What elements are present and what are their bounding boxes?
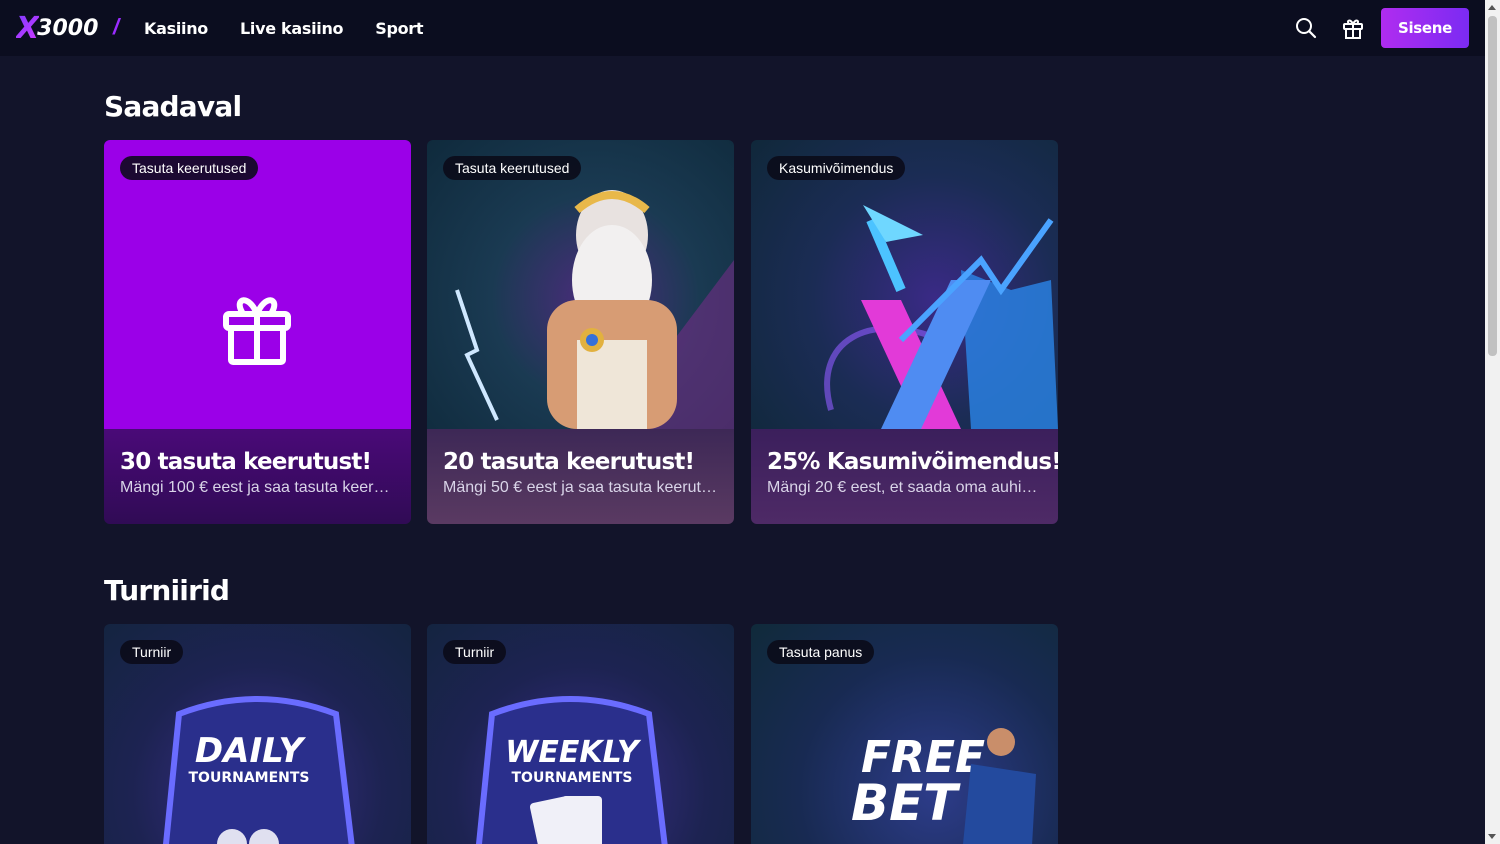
page-scrollbar[interactable] (1485, 0, 1500, 844)
nav-casino[interactable]: Kasiino (144, 19, 208, 38)
tournament-tag: Turniir (443, 640, 507, 664)
promo-description: Mängi 100 € eest ja saa tasuta keerutusi (120, 479, 395, 496)
section-title-available: Saadaval (104, 90, 242, 123)
promo-card[interactable]: Kasumivõimendus 25% Kasumivõimendus! Män… (751, 140, 1058, 524)
signin-button[interactable]: Sisene (1381, 8, 1469, 48)
art-line2: BET (851, 774, 961, 832)
zeus-art (427, 140, 734, 429)
scroll-down-arrow-icon[interactable] (1488, 834, 1496, 839)
tournament-card[interactable]: FREE BET Tasuta panus (751, 624, 1058, 844)
section-title-tournaments: Turniirid (104, 574, 230, 607)
scroll-thumb[interactable] (1488, 16, 1497, 356)
boost-art (751, 140, 1058, 429)
badge-line1: WEEKLY (505, 735, 642, 770)
scroll-up-arrow-icon[interactable] (1488, 5, 1496, 10)
logo-x: X (16, 10, 40, 46)
nav-sport[interactable]: Sport (375, 19, 423, 38)
badge-line2: TOURNAMENTS (189, 770, 310, 786)
badge-line2: TOURNAMENTS (512, 770, 633, 786)
nav-separator: / (113, 14, 120, 39)
top-bar: X 3000 / Kasiino Live kasiino Sport Sise… (0, 0, 1485, 56)
promo-footer: 20 tasuta keerutust! Mängi 50 € eest ja … (427, 429, 734, 524)
logo-number: 3000 (37, 15, 99, 41)
logo[interactable]: X 3000 (16, 10, 99, 46)
promo-description: Mängi 50 € eest ja saa tasuta keerutusi (443, 479, 718, 496)
search-icon[interactable] (1292, 14, 1320, 42)
promo-footer: 30 tasuta keerutust! Mängi 100 € eest ja… (104, 429, 411, 524)
nav-live-casino[interactable]: Live kasiino (240, 19, 344, 38)
tournament-tag: Tasuta panus (767, 640, 875, 664)
promo-title: 20 tasuta keerutust! (443, 449, 695, 475)
promo-footer: 25% Kasumivõimendus! Mängi 20 € eest, et… (751, 429, 1058, 524)
gift-icon (223, 297, 291, 365)
promo-tag: Kasumivõimendus (767, 156, 906, 180)
promo-tag: Tasuta keerutused (120, 156, 259, 180)
boost-illustration (824, 205, 1058, 429)
tournament-card[interactable]: WEEKLY TOURNAMENTS Turniir (427, 624, 734, 844)
promo-card[interactable]: Tasuta keerutused 20 tasuta keerutust! M… (427, 140, 734, 524)
promo-tag: Tasuta keerutused (443, 156, 582, 180)
zeus-illustration (455, 190, 734, 429)
gift-icon[interactable] (1339, 14, 1367, 42)
tournament-card[interactable]: DAILY TOURNAMENTS Turniir (104, 624, 411, 844)
tournament-tag: Turniir (120, 640, 184, 664)
promo-title: 25% Kasumivõimendus! (767, 449, 1058, 475)
promo-title: 30 tasuta keerutust! (120, 449, 372, 475)
main-nav: Kasiino Live kasiino Sport (144, 0, 424, 56)
promo-card[interactable]: Tasuta keerutused 30 tasuta keerutust! M… (104, 140, 411, 524)
badge-line1: DAILY (195, 731, 307, 771)
promo-art (104, 140, 411, 429)
promo-description: Mängi 20 € eest, et saada oma auhinna (767, 479, 1042, 496)
